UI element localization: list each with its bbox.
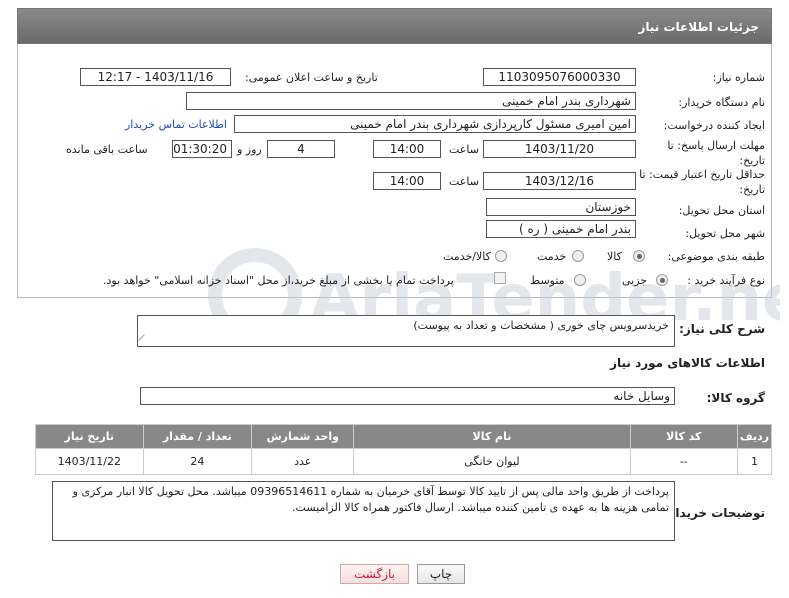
col-code: کد کالا bbox=[629, 424, 739, 449]
announce-label: تاریخ و ساعت اعلان عمومی: bbox=[245, 71, 378, 84]
cell-unit: عدد bbox=[251, 448, 355, 475]
goods-table: ردیف کد کالا نام کالا واحد شمارش تعداد /… bbox=[35, 424, 772, 475]
province-label: استان محل تحویل: bbox=[678, 204, 765, 217]
process-label: نوع فرآیند خرید : bbox=[687, 274, 765, 287]
page-title: جزئیات اطلاعات نیاز bbox=[17, 8, 772, 44]
requester-label: ایجاد کننده درخواست: bbox=[663, 119, 765, 132]
description-text: خریدسرویس چای خوری ( مشخصات و تعداد به پ… bbox=[413, 319, 669, 332]
category-both-radio[interactable] bbox=[495, 250, 507, 262]
process-minor-label: جزیی bbox=[622, 274, 648, 287]
col-unit: واحد شمارش bbox=[251, 424, 355, 449]
city-label: شهر محل تحویل: bbox=[685, 227, 765, 240]
description-label: شرح کلی نیاز: bbox=[679, 322, 765, 336]
remaining-label: ساعت باقی مانده bbox=[66, 143, 148, 156]
category-label: طبقه بندی موضوعی: bbox=[667, 250, 765, 263]
buyer-notes-label: توضیحات خریدار: bbox=[663, 506, 765, 520]
deadline-date-field: 1403/11/20 bbox=[483, 140, 636, 158]
days-label: روز و bbox=[237, 143, 262, 156]
category-both-label: کالا/خدمت bbox=[443, 250, 491, 263]
buyer-notes-field: پرداخت از طریق واحد مالی پس از تایید کال… bbox=[52, 481, 675, 541]
validity-date-field: 1403/12/16 bbox=[483, 172, 636, 190]
province-field: خوزستان bbox=[486, 198, 636, 216]
buyer-notes-text: پرداخت از طریق واحد مالی پس از تایید کال… bbox=[72, 485, 669, 514]
deadline-time-label: ساعت bbox=[449, 143, 479, 156]
treasury-note: پرداخت تمام یا بخشی از مبلغ خرید،از محل … bbox=[103, 274, 454, 287]
goods-group-label: گروه کالا: bbox=[706, 391, 765, 405]
need-number-label: شماره نیاز: bbox=[712, 71, 765, 84]
back-button[interactable]: بازگشت bbox=[340, 564, 409, 584]
need-number-field: 1103095076000330 bbox=[483, 68, 636, 86]
days-field: 4 bbox=[267, 140, 335, 158]
contact-buyer-link[interactable]: اطلاعات تماس خریدار bbox=[125, 118, 227, 131]
cell-qty: 24 bbox=[142, 448, 253, 475]
category-goods-radio[interactable] bbox=[633, 250, 645, 262]
cell-row: 1 bbox=[737, 448, 772, 475]
category-goods-label: کالا bbox=[607, 250, 622, 263]
col-name: نام کالا bbox=[353, 424, 631, 449]
table-row: 1 -- لیوان خانگی عدد 24 1403/11/22 bbox=[35, 448, 772, 475]
cell-date: 1403/11/22 bbox=[35, 448, 144, 475]
goods-section-title: اطلاعات کالاهای مورد نیاز bbox=[610, 356, 765, 370]
goods-group-field: وسایل خانه bbox=[140, 387, 675, 405]
process-minor-radio[interactable] bbox=[656, 274, 668, 286]
col-row: ردیف bbox=[737, 424, 772, 449]
process-medium-label: متوسط bbox=[530, 274, 565, 287]
deadline-label: مهلت ارسال پاسخ: تا تاریخ: bbox=[667, 139, 765, 167]
description-field: خریدسرویس چای خوری ( مشخصات و تعداد به پ… bbox=[137, 315, 675, 347]
category-service-label: خدمت bbox=[537, 250, 567, 263]
announce-field: 1403/11/16 - 12:17 bbox=[80, 68, 231, 86]
buyer-org-label: نام دستگاه خریدار: bbox=[678, 96, 765, 109]
remaining-field: 01:30:20 bbox=[172, 140, 232, 158]
city-field: بندر امام خمینی ( ره ) bbox=[486, 220, 636, 238]
treasury-checkbox[interactable] bbox=[494, 272, 506, 284]
validity-label: حداقل تاریخ اعتبار قیمت: تا تاریخ: bbox=[639, 168, 765, 196]
resize-grip-icon[interactable] bbox=[138, 334, 150, 346]
requester-field: امین امیری مسئول کارپردازی شهرداری بندر … bbox=[234, 115, 636, 133]
category-service-radio[interactable] bbox=[572, 250, 584, 262]
cell-name: لیوان خانگی bbox=[353, 448, 631, 475]
deadline-time-field: 14:00 bbox=[373, 140, 441, 158]
process-medium-radio[interactable] bbox=[574, 274, 586, 286]
buyer-org-field: شهرداری بندر امام خمینی bbox=[186, 92, 636, 110]
cell-code: -- bbox=[629, 448, 739, 475]
table-header-row: ردیف کد کالا نام کالا واحد شمارش تعداد /… bbox=[35, 424, 772, 449]
col-qty: تعداد / مقدار bbox=[142, 424, 253, 449]
validity-time-field: 14:00 bbox=[373, 172, 441, 190]
print-button[interactable]: چاپ bbox=[417, 564, 465, 584]
col-date: تاریخ نیاز bbox=[35, 424, 144, 449]
validity-time-label: ساعت bbox=[449, 175, 479, 188]
